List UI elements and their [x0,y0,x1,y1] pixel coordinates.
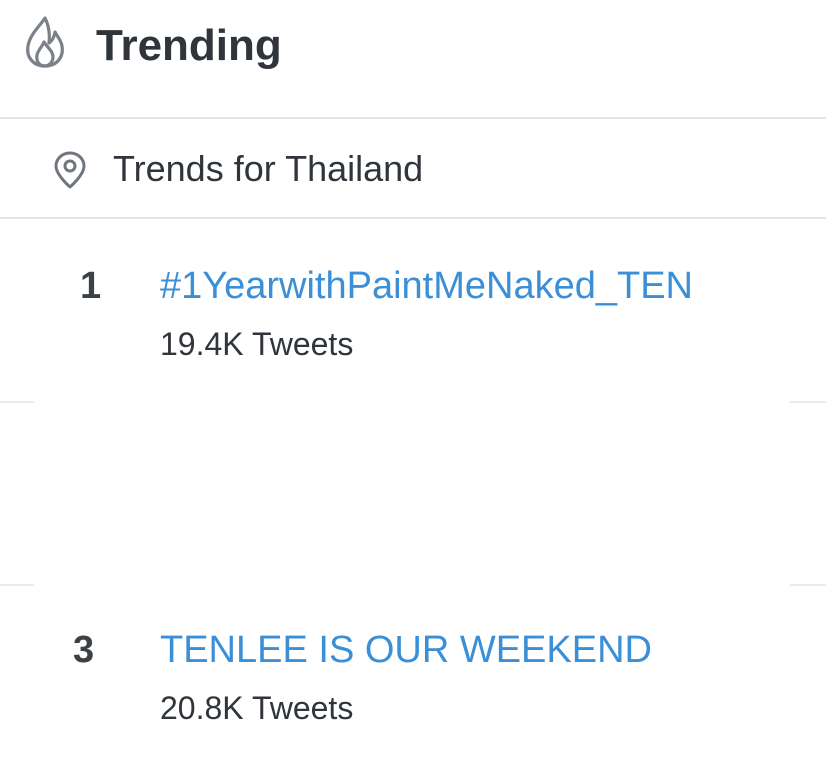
location-divider [0,217,826,219]
trend-item[interactable]: 3 TENLEE IS OUR WEEKEND 20.8K Tweets [0,586,826,766]
row-divider-right [790,401,826,403]
trend-name-link[interactable]: #1YearwithPaintMeNaked_TEN [160,264,693,308]
map-pin-icon [54,151,86,189]
page-title: Trending [96,21,282,70]
trend-rank: 1 [80,265,102,307]
trend-item[interactable]: 1 #1YearwithPaintMeNaked_TEN 19.4K Tweet… [0,220,826,400]
trending-panel: Trending Trends for Thailand 1 #1Yearwit… [0,0,826,766]
trending-header: Trending [0,0,826,118]
location-label: Trends for Thailand [113,148,424,189]
trend-item-empty [0,404,826,584]
trend-name-link[interactable]: TENLEE IS OUR WEEKEND [160,628,652,672]
trend-rank: 3 [73,629,95,671]
row-divider-left [0,401,34,403]
flame-icon [26,16,64,68]
header-divider [0,117,826,119]
trend-tweet-count: 19.4K Tweets [160,326,354,362]
trend-tweet-count: 20.8K Tweets [160,690,354,726]
